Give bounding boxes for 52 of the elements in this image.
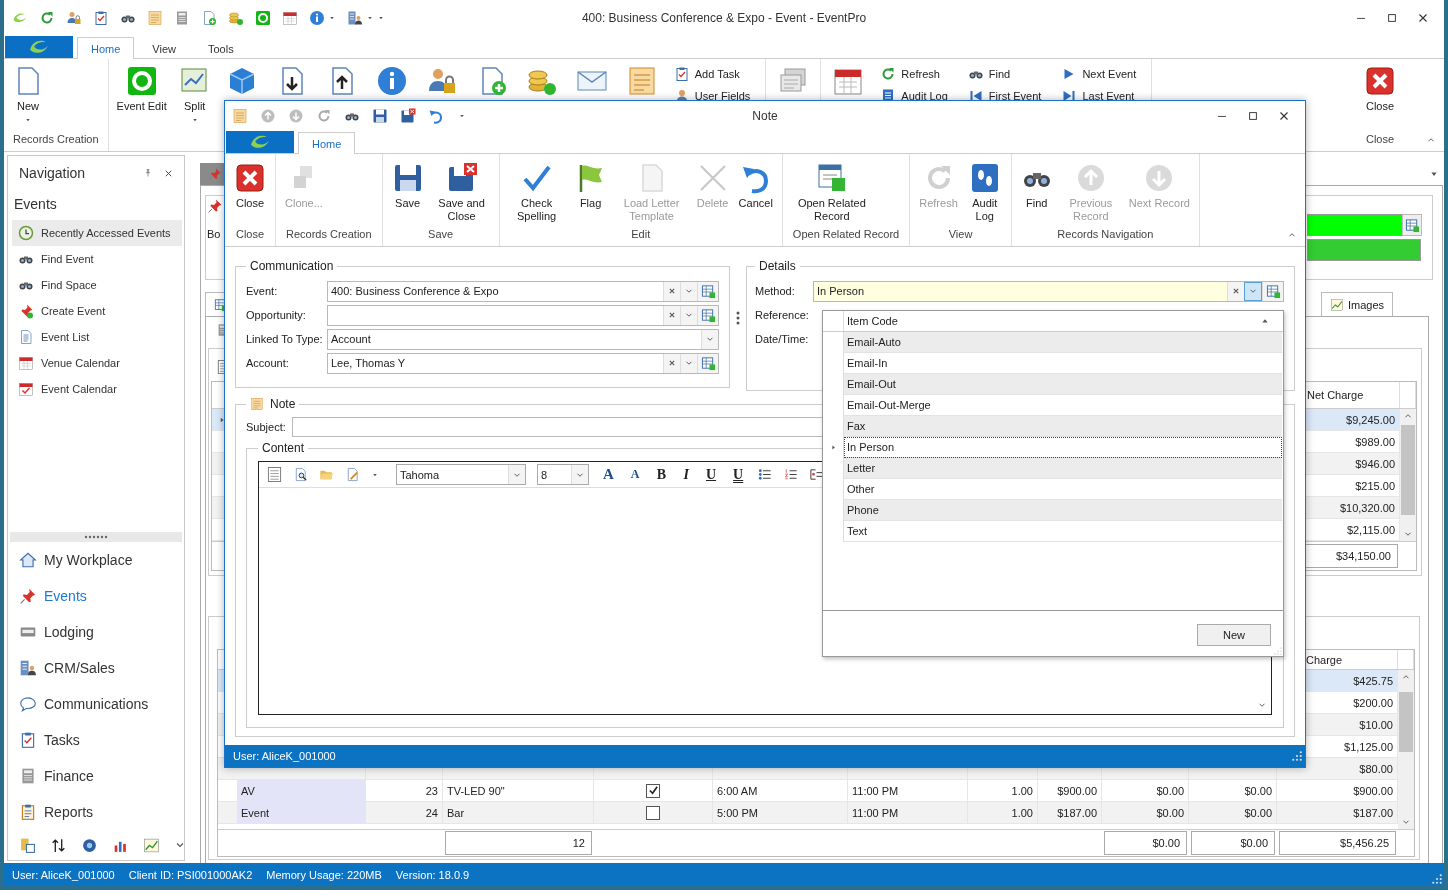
table-cell: 5:00 PM [713,802,848,823]
field-label: Subject: [246,421,287,433]
ribbon-group-label: Close [234,228,266,242]
ribbon-group-label: Save [427,228,455,242]
table-cell: AV [237,780,366,801]
window-title: 400: Business Conference & Expo - Event - EventPro [581,11,867,25]
table-cell: 11:00 PM [848,802,968,823]
section-title: Events [13,195,58,214]
table-cell: 6:00 AM [713,780,848,801]
ribbon-group-label: Records Creation [285,228,373,242]
group-title: Note [270,397,296,411]
table-cell: 11:00 PM [848,780,968,801]
pane-title: Navigation [19,165,87,181]
table-cell: Event [237,802,366,823]
window-title: Note [752,109,778,123]
table-cell: Bar [443,802,594,823]
status-text: User: AliceK_001000 [12,868,115,881]
field-label: Account: [246,357,290,369]
table-cell: 1.00 [968,802,1038,823]
field-label: Method: [755,285,796,297]
status-text: Memory Usage: 220MB [266,868,382,881]
group-title: Details [758,259,797,273]
total-cell: $5,456.25 [1279,831,1396,855]
table-cell: 1.00 [968,780,1038,801]
field-label: Event: [246,285,279,297]
group-title: Communication [249,259,335,273]
group-title: Content [261,441,306,455]
table-cell: $0.00 [1102,802,1189,823]
table-cell: 23 [366,780,443,801]
ribbon-group-label: View [947,228,974,242]
field-label: Linked To Type: [246,333,324,345]
table-cell: 24 [366,802,443,823]
status-text: Version: 18.0.9 [395,868,470,881]
group-label: Bo [207,228,221,240]
field-label: Opportunity: [246,309,307,321]
ribbon-group-label: Records Creation [12,133,100,147]
total-cell: 12 [445,831,592,855]
table-cell: TV-LED 90" [443,780,594,801]
ribbon-group-label: Edit [630,228,652,242]
table-cell: $187.00 [1038,802,1102,823]
field-label: Date/Time: [755,333,810,345]
table-cell: $0.00 [1189,780,1277,801]
ribbon-group-label: Records Navigation [1056,228,1155,242]
status-text: Client ID: PSI001000AK2 [128,868,253,881]
total-cell: $0.00 [1191,831,1275,855]
table-cell: $0.00 [1102,780,1189,801]
ribbon-group-label: Close [1364,133,1396,147]
ribbon-group-label: Open Related Record [791,228,901,242]
table-cell: $0.00 [1189,802,1277,823]
total-cell: $0.00 [1104,831,1187,855]
field-label: Reference: [755,309,810,321]
table-cell: $900.00 [1038,780,1102,801]
